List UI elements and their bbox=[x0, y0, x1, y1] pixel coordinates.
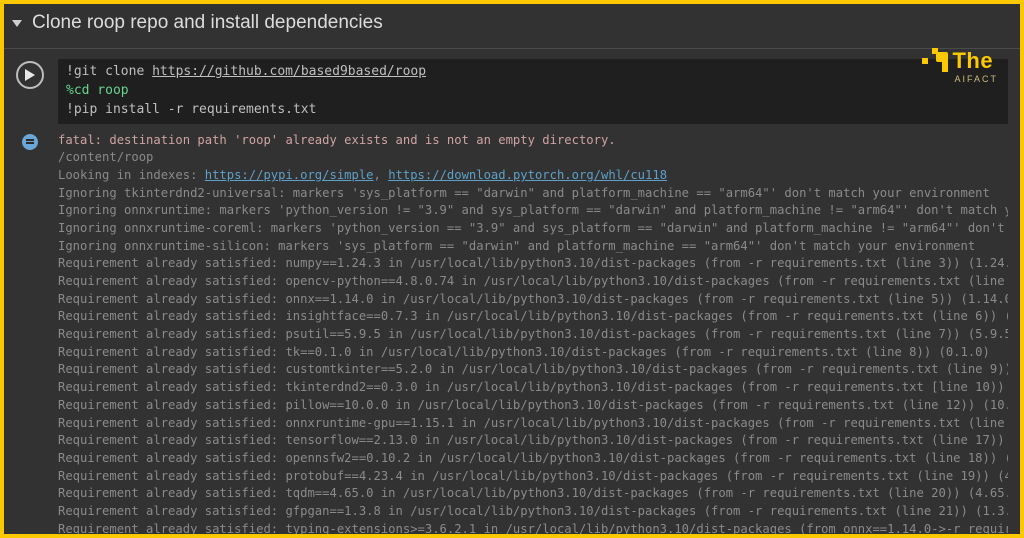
section-title: Clone roop repo and install dependencies bbox=[32, 12, 383, 34]
play-icon bbox=[24, 68, 36, 82]
output-row: fatal: destination path 'roop' already e… bbox=[4, 130, 1020, 534]
code-text: ! bbox=[66, 64, 74, 79]
output-area[interactable]: fatal: destination path 'roop' already e… bbox=[58, 132, 1008, 534]
section-header[interactable]: Clone roop repo and install dependencies bbox=[4, 4, 1020, 49]
code-cell: !git clone https://github.com/based9base… bbox=[4, 49, 1020, 130]
notebook-frame: Clone roop repo and install dependencies… bbox=[4, 4, 1020, 534]
output-stream-icon bbox=[22, 134, 38, 150]
code-text: git clone bbox=[74, 64, 152, 79]
output-line: Looking in indexes: bbox=[58, 168, 205, 182]
collapse-triangle-icon[interactable] bbox=[12, 20, 22, 27]
output-link[interactable]: https://pypi.org/simple bbox=[205, 168, 374, 182]
run-button[interactable] bbox=[16, 61, 44, 89]
output-line: /content/roop bbox=[58, 150, 153, 164]
output-lines: Ignoring tkinterdnd2-universal: markers … bbox=[58, 186, 1008, 534]
code-text: %cd roop bbox=[66, 83, 129, 98]
output-line: , bbox=[374, 168, 389, 182]
code-url: https://github.com/based9based/roop bbox=[152, 64, 426, 79]
output-link[interactable]: https://download.pytorch.org/whl/cu118 bbox=[388, 168, 667, 182]
code-editor[interactable]: !git clone https://github.com/based9base… bbox=[58, 59, 1008, 124]
output-error-line: fatal: destination path 'roop' already e… bbox=[58, 133, 616, 147]
output-icon[interactable] bbox=[16, 134, 44, 534]
code-text: !pip install -r requirements.txt bbox=[66, 102, 316, 117]
